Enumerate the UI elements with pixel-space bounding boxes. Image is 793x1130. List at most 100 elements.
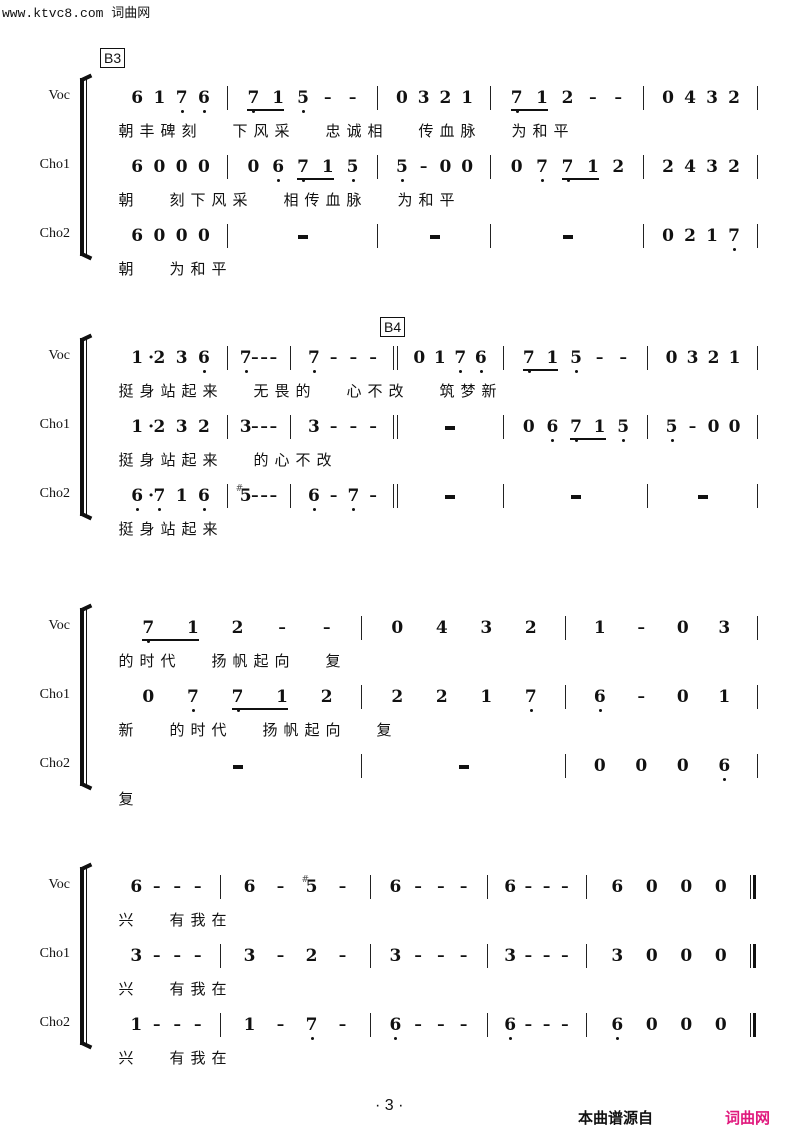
note: 7 [536, 157, 549, 177]
lyric-char: 新 [481, 382, 497, 400]
low-octave-dot [551, 439, 555, 442]
note: 3 [718, 618, 731, 638]
note: 0 [175, 226, 188, 246]
lyric-char: 刻 [169, 191, 185, 209]
low-octave-dot [312, 370, 316, 373]
note: 4 [684, 157, 696, 177]
low-octave-dot [202, 508, 206, 511]
lyric-char: 来 [202, 382, 218, 400]
measure-rest [445, 495, 455, 499]
lyric-char: 丰 [139, 122, 155, 140]
barline [220, 944, 221, 968]
barline [487, 875, 488, 899]
note: 7 [522, 348, 535, 368]
lyric-char: 和 [532, 122, 548, 140]
note: 6 [131, 88, 144, 108]
lyric-char: 不 [367, 382, 383, 400]
eighth-beam [231, 708, 289, 710]
part-label-cho1: Cho1 [39, 687, 70, 702]
note: 0 [247, 157, 260, 177]
barline [643, 224, 644, 248]
eighth-beam [510, 109, 549, 111]
lyric-char: 起 [181, 451, 197, 469]
lyric-char: 时 [139, 652, 155, 670]
note: 2 [561, 88, 574, 108]
lyric-char: 平 [439, 191, 455, 209]
note: 0 [714, 877, 727, 897]
lyric-char: 传 [418, 122, 434, 140]
note: 1 [321, 157, 334, 177]
note: 2 [305, 946, 318, 966]
sustain-dash: – [348, 88, 357, 106]
low-octave-dot [733, 248, 736, 251]
note: 3 [175, 348, 188, 368]
note: 0 [635, 756, 648, 776]
note: 6 [546, 417, 559, 437]
sustain-dash: – [329, 348, 338, 366]
note: 3 [611, 946, 624, 966]
part-label-voc: Voc [48, 88, 70, 103]
lyric-char: 和 [190, 260, 206, 278]
low-octave-dot [136, 508, 140, 511]
barline [370, 944, 371, 968]
lyric-char: 平 [553, 122, 569, 140]
note: 6 [272, 157, 285, 177]
lyric-char: 复 [325, 652, 341, 670]
barline [220, 875, 221, 899]
measure-rest [571, 495, 581, 499]
note: 7 [307, 348, 320, 368]
part-label-cho1: Cho1 [39, 417, 70, 432]
sustain-dash: – [542, 877, 551, 895]
lyric-char: 血 [439, 122, 455, 140]
note: 0 [395, 88, 408, 108]
final-barline [750, 944, 756, 968]
low-octave-dot [202, 370, 206, 373]
lyric-char: 畏 [274, 382, 290, 400]
lyric-char: 下 [190, 191, 206, 209]
note: 7 [570, 417, 582, 437]
double-barline [393, 484, 398, 508]
barline [757, 484, 758, 508]
note: 2 [684, 226, 696, 246]
eighth-beam [522, 369, 559, 371]
sustain-dash: – [414, 946, 422, 964]
lyric-char: 心 [346, 382, 362, 400]
note: 2 [707, 348, 720, 368]
note: 6 [131, 157, 144, 177]
note: 7 [524, 687, 537, 707]
sustain-dash: – [561, 1015, 569, 1033]
note: 2 [728, 157, 740, 177]
barline [643, 86, 644, 110]
lyric-char: 起 [253, 652, 269, 670]
barline [227, 155, 228, 179]
barline [370, 1013, 371, 1037]
note: 0 [707, 417, 720, 437]
barline [377, 155, 378, 179]
note: 0 [153, 226, 166, 246]
barline [227, 415, 228, 439]
note: 3 [417, 88, 430, 108]
note: 5 [395, 157, 408, 177]
source-site-link[interactable]: 词曲网 [725, 1107, 770, 1128]
barline [586, 1013, 587, 1037]
note: 1 [272, 88, 285, 108]
note: 1 [586, 157, 599, 177]
lyric-char: 挺 [118, 382, 134, 400]
note: 6 [131, 226, 144, 246]
note: 7 [247, 88, 260, 108]
sustain-dash: – [542, 1015, 551, 1033]
brace-bottom-cap [79, 511, 93, 521]
sustain-dash: – [276, 946, 285, 964]
barline [227, 346, 228, 370]
note: 2 [439, 88, 452, 108]
low-octave-dot [351, 179, 355, 182]
note: 7 [186, 687, 199, 707]
barline [377, 86, 378, 110]
sustain-dash: – [369, 348, 377, 366]
lyric-char: 相 [367, 122, 383, 140]
lyric-char: 的 [118, 652, 134, 670]
lyric-char: 扬 [262, 721, 278, 739]
barline [757, 86, 758, 110]
lyric-char: 挺 [118, 451, 134, 469]
lyric-char: 朝 [118, 191, 134, 209]
